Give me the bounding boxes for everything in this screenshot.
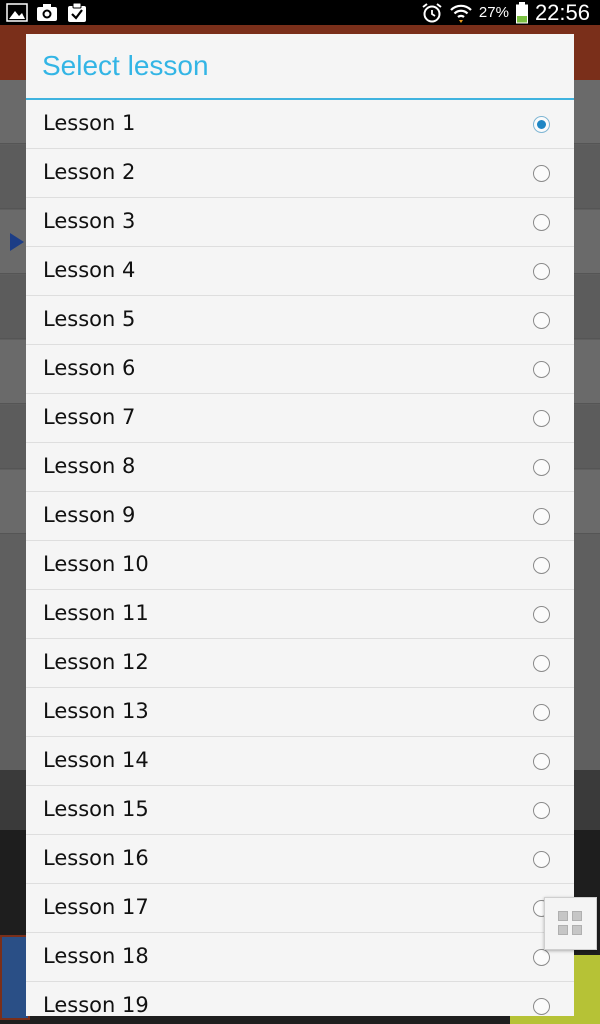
radio-button[interactable] [533,361,550,378]
lesson-item[interactable]: Lesson 13 [26,688,574,737]
lesson-item[interactable]: Lesson 3 [26,198,574,247]
lesson-item-label: Lesson 14 [43,748,149,772]
status-bar: 27% 22:56 [0,0,600,25]
lesson-item[interactable]: Lesson 12 [26,639,574,688]
lesson-item[interactable]: Lesson 14 [26,737,574,786]
lesson-item-label: Lesson 17 [43,895,149,919]
radio-button[interactable] [533,508,550,525]
radio-button[interactable] [533,312,550,329]
battery-icon [515,1,528,23]
radio-button[interactable] [533,263,550,280]
radio-button[interactable] [533,606,550,623]
lesson-item[interactable]: Lesson 5 [26,296,574,345]
lesson-item[interactable]: Lesson 8 [26,443,574,492]
radio-button[interactable] [533,802,550,819]
radio-button[interactable] [533,116,550,133]
dialog-title: Select lesson [42,50,209,81]
radio-button[interactable] [533,998,550,1015]
grid-menu-button[interactable] [544,897,597,950]
lesson-item-label: Lesson 12 [43,650,149,674]
lesson-item-label: Lesson 11 [43,601,149,625]
lesson-item-label: Lesson 15 [43,797,149,821]
lesson-item-label: Lesson 13 [43,699,149,723]
lesson-item[interactable]: Lesson 19 [26,982,574,1016]
lesson-list[interactable]: Lesson 1 Lesson 2 Lesson 3 Lesson 4 Lesson 5… [26,100,574,1016]
radio-button[interactable] [533,655,550,672]
lesson-item[interactable]: Lesson 9 [26,492,574,541]
lesson-item-label: Lesson 10 [43,552,149,576]
lesson-item-label: Lesson 4 [43,258,136,282]
lesson-item-label: Lesson 6 [43,356,136,380]
lesson-item-label: Lesson 1 [43,111,136,135]
lesson-item[interactable]: Lesson 6 [26,345,574,394]
lesson-item[interactable]: Lesson 7 [26,394,574,443]
lesson-item[interactable]: Lesson 11 [26,590,574,639]
lesson-item[interactable]: Lesson 10 [26,541,574,590]
wifi-icon [450,4,472,23]
battery-percent: 27% [478,4,509,21]
play-icon [10,233,24,251]
radio-button[interactable] [533,704,550,721]
lesson-item-label: Lesson 16 [43,846,149,870]
radio-button[interactable] [533,214,550,231]
radio-button[interactable] [533,557,550,574]
lesson-item-label: Lesson 9 [43,503,136,527]
dialog-header: Select lesson [26,34,574,100]
lesson-item-label: Lesson 3 [43,209,136,233]
lesson-item[interactable]: Lesson 2 [26,149,574,198]
lesson-item[interactable]: Lesson 4 [26,247,574,296]
clock: 22:56 [534,0,590,25]
radio-button[interactable] [533,851,550,868]
select-lesson-dialog: Select lesson Lesson 1 Lesson 2 Lesson 3 Le… [26,34,574,1016]
clipboard-check-icon [68,3,86,22]
radio-button[interactable] [533,949,550,966]
camera-icon [37,4,57,21]
lesson-item[interactable]: Lesson 18 [26,933,574,982]
lesson-item-label: Lesson 19 [43,993,149,1016]
lesson-item-label: Lesson 18 [43,944,149,968]
lesson-item[interactable]: Lesson 16 [26,835,574,884]
lesson-item-label: Lesson 5 [43,307,136,331]
lesson-item-label: Lesson 2 [43,160,136,184]
lesson-item[interactable]: Lesson 17 [26,884,574,933]
lesson-item[interactable]: Lesson 1 [26,100,574,149]
gallery-icon [6,3,28,22]
radio-button[interactable] [533,459,550,476]
lesson-item[interactable]: Lesson 15 [26,786,574,835]
lesson-item-label: Lesson 7 [43,405,136,429]
radio-button[interactable] [533,410,550,427]
alarm-icon [422,2,442,22]
radio-button[interactable] [533,165,550,182]
radio-button[interactable] [533,753,550,770]
lesson-item-label: Lesson 8 [43,454,136,478]
